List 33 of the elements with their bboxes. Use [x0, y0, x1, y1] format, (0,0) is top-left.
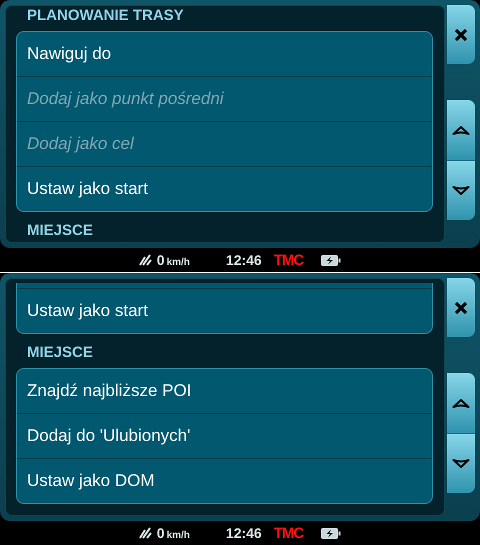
menu-item[interactable]: Nawiguj do [17, 32, 432, 76]
chevron-down-icon [452, 185, 470, 196]
speed-unit: km/h [166, 530, 190, 541]
close-icon [454, 28, 468, 42]
close-button[interactable] [447, 5, 475, 64]
signal-icon [138, 254, 152, 266]
section-heading: MIEJSCE [26, 343, 94, 363]
signal-icon [138, 527, 152, 539]
scroll-down-button[interactable] [447, 433, 475, 493]
speed-value: 0 [156, 252, 165, 268]
menu-item[interactable]: Ustaw jako start [17, 288, 432, 333]
menu-item[interactable]: Ustaw jako DOM [17, 458, 432, 503]
tmc-indicator: TMC [274, 524, 304, 542]
clock-time: 12:46 [226, 252, 262, 268]
scroll-down-button[interactable] [447, 160, 475, 220]
close-button[interactable] [447, 278, 475, 337]
clock-time: 12:46 [226, 525, 262, 541]
section-heading: MIEJSCE [26, 221, 94, 241]
scroll-up-button[interactable] [447, 100, 475, 160]
menu-item[interactable]: Dodaj do 'Ulubionych' [17, 413, 432, 458]
menu-item[interactable]: Ustaw jako start [17, 166, 432, 211]
chevron-down-icon [452, 458, 470, 469]
chevron-up-icon [452, 398, 470, 408]
chevron-up-icon [452, 124, 470, 136]
speed-unit: km/h [166, 257, 190, 268]
close-icon [454, 300, 468, 314]
menu-item[interactable]: Znajdź najbliższe POI [17, 369, 432, 413]
scroll-up-button[interactable] [447, 373, 475, 433]
section-heading: PLANOWANIE TRASY [26, 6, 185, 26]
speed-value: 0 [156, 525, 165, 541]
tmc-indicator: TMC [274, 252, 304, 268]
battery-charging-icon [321, 254, 342, 266]
battery-charging-icon [321, 528, 342, 538]
